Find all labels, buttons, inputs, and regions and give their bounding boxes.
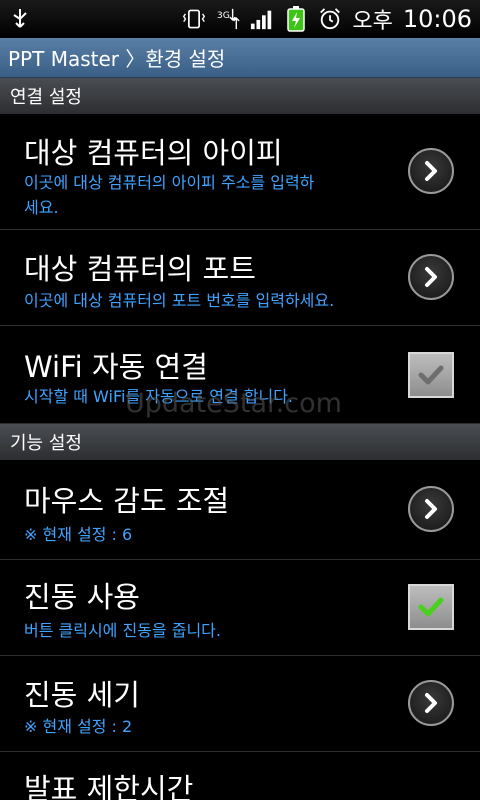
setting-target-port[interactable]: 대상 컴퓨터의 포트 이곳에 대상 컴퓨터의 포트 번호를 입력하세요. — [0, 230, 480, 326]
row-title: 마우스 감도 조절 — [24, 484, 230, 518]
row-subtitle: 이곳에 대상 컴퓨터의 포트 번호를 입력하세요. — [24, 291, 335, 310]
clock-time: 10:06 — [402, 5, 472, 33]
chevron-right-icon[interactable] — [408, 486, 454, 532]
wifi-auto-checkbox[interactable] — [408, 352, 454, 398]
setting-wifi-auto-connect[interactable]: WiFi 자동 연결 시작할 때 WiFi를 자동으로 연결 합니다. — [0, 326, 480, 424]
row-subtitle: ※ 현재 설정 : 6 — [24, 525, 133, 544]
section-label: 기능 설정 — [10, 433, 82, 454]
row-title: 대상 컴퓨터의 포트 — [24, 252, 256, 286]
row-subtitle: 시작할 때 WiFi를 자동으로 연결 합니다. — [24, 387, 293, 406]
chevron-right-icon[interactable] — [408, 680, 454, 726]
signal-strength-icon — [250, 7, 274, 31]
setting-mouse-sensitivity[interactable]: 마우스 감도 조절 ※ 현재 설정 : 6 — [0, 460, 480, 560]
row-title: 진동 세기 — [24, 678, 140, 712]
row-title: 대상 컴퓨터의 아이피 — [24, 136, 283, 170]
chevron-right-icon[interactable] — [408, 148, 454, 194]
row-subtitle: 버튼 클릭시에 진동을 줍니다. — [24, 621, 221, 640]
setting-vibration-strength[interactable]: 진동 세기 ※ 현재 설정 : 2 — [0, 656, 480, 752]
network-type-label: 3G — [217, 10, 230, 21]
battery-charging-icon — [284, 6, 308, 32]
vibration-checkbox[interactable] — [408, 584, 454, 630]
chevron-right-icon[interactable] — [408, 254, 454, 300]
ampm-label: 오후 — [352, 9, 393, 34]
status-bar: 3G 오후 10:06 — [0, 0, 480, 38]
section-header-connection: 연결 설정 — [0, 78, 480, 114]
alarm-icon — [318, 7, 342, 31]
row-title: 발표 제한시간 — [24, 772, 194, 800]
section-label: 연결 설정 — [10, 87, 82, 108]
row-subtitle: ※ 현재 설정 : 2 — [24, 717, 133, 736]
usb-icon — [8, 7, 32, 31]
setting-vibration-enable[interactable]: 진동 사용 버튼 클릭시에 진동을 줍니다. — [0, 560, 480, 656]
row-title: 진동 사용 — [24, 580, 140, 614]
setting-presentation-time-limit[interactable]: 발표 제한시간 — [0, 752, 480, 800]
section-header-features: 기능 설정 — [0, 424, 480, 460]
network-3g-icon: 3G — [216, 7, 240, 31]
page-title: PPT Master 〉환경 설정 — [8, 47, 226, 71]
vibrate-icon — [182, 7, 206, 31]
title-bar: PPT Master 〉환경 설정 — [0, 38, 480, 78]
row-subtitle: 이곳에 대상 컴퓨터의 아이피 주소를 입력하세요. — [24, 173, 315, 217]
row-title: WiFi 자동 연결 — [24, 350, 208, 384]
setting-target-ip[interactable]: 대상 컴퓨터의 아이피 이곳에 대상 컴퓨터의 아이피 주소를 입력하세요. — [0, 114, 480, 230]
